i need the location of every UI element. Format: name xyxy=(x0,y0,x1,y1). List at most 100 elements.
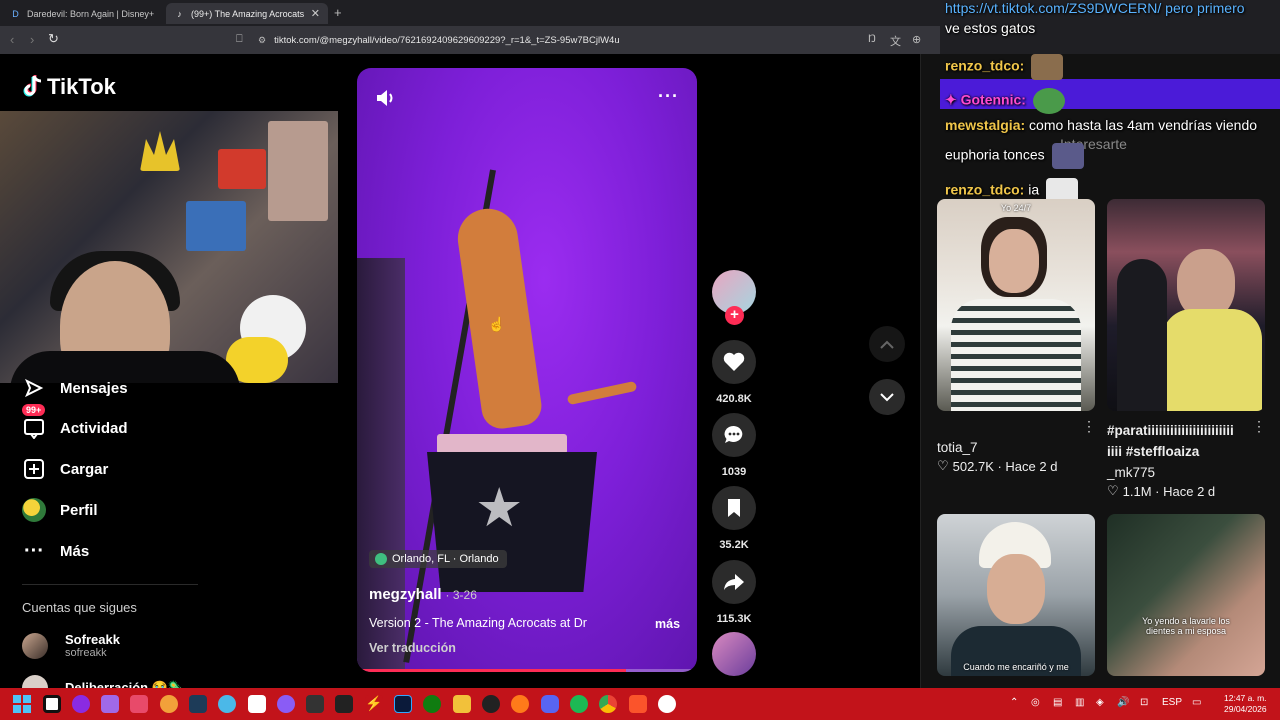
new-tab-button[interactable]: + xyxy=(334,5,342,20)
discord-icon[interactable] xyxy=(541,695,559,713)
brave-icon[interactable] xyxy=(629,695,647,713)
mouse-cursor-icon: ☝ xyxy=(488,316,506,332)
heart-icon[interactable] xyxy=(712,340,756,384)
network-tray-icon[interactable]: ⊡ xyxy=(1140,697,1148,708)
star-decoration: ★ xyxy=(475,478,524,538)
nav-label: Cargar xyxy=(60,460,109,478)
app-icon[interactable] xyxy=(160,695,178,713)
like-action[interactable]: 420.8K xyxy=(712,340,756,405)
zoom-icon[interactable]: ⊕ xyxy=(912,33,921,46)
more-link[interactable]: más xyxy=(655,617,680,631)
frog-emote-icon xyxy=(1032,88,1065,114)
app-icon[interactable] xyxy=(72,695,90,713)
app-icon[interactable] xyxy=(335,695,353,713)
task-view-icon[interactable] xyxy=(43,695,61,713)
tray-icon[interactable]: ▥ xyxy=(1075,697,1084,708)
see-translation-link[interactable]: Ver traducción xyxy=(369,641,456,655)
tray-chevron-up-icon[interactable]: ⌃ xyxy=(1010,697,1018,708)
video-card-thumbnail[interactable]: Cuando me encariñó y me xyxy=(937,514,1095,676)
card-author[interactable]: _mk775 xyxy=(1107,465,1155,480)
app-icon[interactable] xyxy=(101,695,119,713)
back-icon[interactable]: ‹ xyxy=(10,32,14,47)
forward-icon[interactable]: › xyxy=(30,32,34,47)
app-icon[interactable] xyxy=(130,695,148,713)
card-title[interactable]: #paratiiiiiiiiiiiiiiiiiiiiiii iiii #stef… xyxy=(1107,420,1249,462)
chat-link[interactable]: https://vt.tiktok.com/ZS9DWCERN/ pero pr… xyxy=(945,0,1245,16)
follow-plus-button[interactable]: + xyxy=(725,306,744,325)
display-tray-icon[interactable]: ▭ xyxy=(1192,697,1201,708)
nav-item-cargar[interactable]: Cargar xyxy=(22,457,108,481)
tray-icon[interactable]: ◎ xyxy=(1031,697,1040,708)
card-options-icon[interactable]: ⋮ xyxy=(1082,418,1096,435)
video-card-thumbnail[interactable]: Yo 24/7 xyxy=(937,199,1095,411)
site-info-icon[interactable]: ⚙ xyxy=(258,35,266,46)
following-account[interactable]: Sofreakk sofreakk xyxy=(22,632,120,659)
share-action[interactable]: 115.3K xyxy=(712,560,756,625)
card-options-icon[interactable]: ⋮ xyxy=(1252,418,1266,435)
reader-mode-icon[interactable]: Ŋ xyxy=(868,33,876,45)
comment-action[interactable]: 1039 xyxy=(712,413,756,478)
xbox-icon[interactable] xyxy=(423,695,441,713)
obs-icon[interactable] xyxy=(277,695,295,713)
tab-disney[interactable]: D Daredevil: Born Again | Disney+ xyxy=(2,3,162,24)
reload-icon[interactable]: ↻ xyxy=(48,31,59,47)
tray-icon[interactable]: ◈ xyxy=(1096,697,1104,708)
app-icon[interactable] xyxy=(306,695,324,713)
video-description: Version 2 - The Amazing Acrocats at Dr xyxy=(369,616,587,630)
nav-item-actividad[interactable]: 99+ Actividad xyxy=(22,404,128,440)
app-icon[interactable] xyxy=(482,695,500,713)
video-progress-bar[interactable] xyxy=(357,669,697,672)
bookmark-icon[interactable]: ⎕ xyxy=(236,33,243,46)
clock-date: 29/04/2026 xyxy=(1224,704,1267,714)
file-explorer-icon[interactable] xyxy=(453,695,471,713)
thumbnail-caption: Yo yendo a lavarle los dientes a mi espo… xyxy=(1142,616,1230,636)
share-icon[interactable] xyxy=(712,560,756,604)
close-tab-icon[interactable]: ✕ xyxy=(311,7,320,20)
steam-icon[interactable] xyxy=(189,695,207,713)
notepad-icon[interactable] xyxy=(248,695,266,713)
tab-tiktok[interactable]: ♪ (99+) The Amazing Acrocats at Dr ✕ xyxy=(166,3,328,24)
chat-text: euphoria tonces xyxy=(945,146,1045,163)
card-title[interactable]: totia_7 xyxy=(937,440,978,455)
chat-text: ve estos gatos xyxy=(945,20,1036,36)
language-indicator[interactable]: ESP xyxy=(1162,697,1182,708)
next-video-button[interactable] xyxy=(869,379,905,415)
video-author[interactable]: megzyhall · 3-26 xyxy=(369,586,477,603)
system-clock[interactable]: 12:47 a. m. 29/04/2026 xyxy=(1224,693,1267,715)
emote-icon xyxy=(1051,143,1084,169)
sidebar-divider xyxy=(22,584,198,585)
bookmark-icon[interactable] xyxy=(712,486,756,530)
video-card-thumbnail[interactable]: Yo yendo a lavarle los dientes a mi espo… xyxy=(1107,514,1265,676)
tiktok-favicon-icon: ♪ xyxy=(177,8,182,19)
nav-item-mas[interactable]: ··· Más xyxy=(22,539,89,563)
app-icon[interactable] xyxy=(658,695,676,713)
tiktok-logo[interactable]: TikTok xyxy=(22,74,116,100)
video-player[interactable]: ★ ··· Orlando, FL · Orlando megzyhall · 3… xyxy=(357,68,697,672)
video-options-icon[interactable]: ··· xyxy=(658,86,679,107)
windows-start-icon[interactable] xyxy=(13,695,31,713)
save-action[interactable]: 35.2K xyxy=(712,486,756,551)
chrome-icon[interactable] xyxy=(599,695,617,713)
firefox-icon[interactable] xyxy=(511,695,529,713)
previous-video-button[interactable] xyxy=(869,326,905,362)
spotify-icon[interactable] xyxy=(570,695,588,713)
volume-tray-icon[interactable]: 🔊 xyxy=(1117,697,1129,708)
profile-icon xyxy=(22,498,46,522)
music-disc-icon[interactable] xyxy=(712,632,756,676)
app-icon[interactable] xyxy=(218,695,236,713)
photoshop-icon[interactable] xyxy=(394,695,412,713)
chat-username: ✦ Gotennic: xyxy=(945,91,1026,108)
nav-label: Perfil xyxy=(60,501,98,519)
tray-icon[interactable]: ▤ xyxy=(1053,697,1062,708)
heart-outline-icon: ♡ xyxy=(1107,483,1119,498)
nav-item-perfil[interactable]: Perfil xyxy=(22,498,98,522)
volume-icon[interactable] xyxy=(375,88,397,113)
comment-icon[interactable] xyxy=(712,413,756,457)
location-chip[interactable]: Orlando, FL · Orlando xyxy=(369,550,507,568)
video-card-thumbnail[interactable] xyxy=(1107,199,1265,411)
lightning-icon[interactable]: ⚡ xyxy=(365,695,383,713)
tiktok-note-icon xyxy=(23,75,42,97)
translate-icon[interactable]: 文 xyxy=(890,33,901,49)
share-count: 115.3K xyxy=(716,613,752,625)
nav-item-mensajes[interactable]: Mensajes xyxy=(22,376,128,400)
